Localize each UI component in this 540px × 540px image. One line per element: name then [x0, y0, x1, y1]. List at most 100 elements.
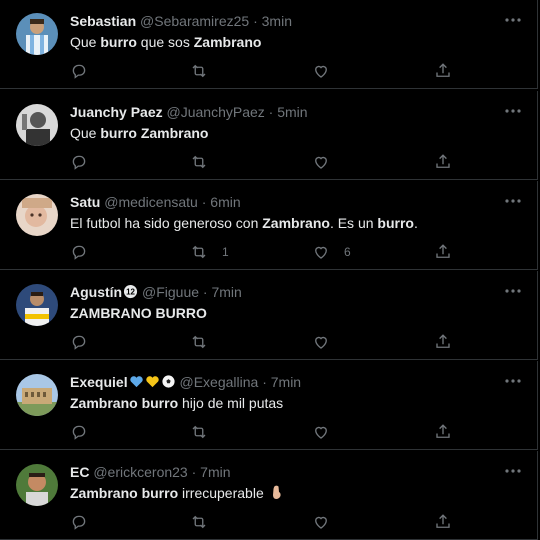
retweet-button[interactable]	[190, 511, 208, 533]
retweet-button[interactable]	[190, 421, 208, 443]
reply-button[interactable]	[70, 331, 88, 353]
like-button[interactable]: 6	[312, 241, 351, 263]
tweet-text: ZAMBRANO BURRO	[70, 303, 207, 323]
highlighted-term: burro	[377, 215, 414, 231]
more-options-icon[interactable]	[503, 461, 523, 481]
user-handle[interactable]: @Sebaramirez25	[140, 13, 249, 29]
tweet[interactable]: Satu @medicensatu · 6min El futbol ha sid…	[0, 181, 538, 270]
reply-button[interactable]	[70, 421, 88, 443]
timestamp[interactable]: 7min	[271, 374, 301, 390]
reply-button[interactable]	[70, 60, 88, 82]
avatar[interactable]	[16, 13, 58, 55]
tweet-actions	[70, 511, 460, 533]
display-name[interactable]: Sebastian	[70, 13, 136, 29]
tweet-text: Zambrano burro irrecuperable	[70, 483, 285, 505]
reply-button[interactable]	[70, 151, 88, 173]
separator-dot: ·	[191, 464, 197, 480]
tweet-actions	[70, 60, 460, 82]
reply-icon	[72, 64, 86, 79]
user-handle[interactable]: @erickceron23	[93, 464, 187, 480]
more-options-icon[interactable]	[503, 371, 523, 391]
display-name[interactable]: Juanchy Paez	[70, 104, 163, 120]
avatar[interactable]	[16, 194, 58, 236]
highlighted-term: burro	[100, 34, 137, 50]
tweet-text: El futbol ha sido generoso con Zambrano.…	[70, 213, 418, 233]
display-name[interactable]: Agustín	[70, 284, 122, 300]
highlighted-term: Zambrano burro	[70, 485, 179, 501]
reply-button[interactable]	[70, 241, 88, 263]
reply-icon	[72, 155, 86, 170]
avatar[interactable]	[16, 464, 58, 506]
highlighted-term: burro	[100, 125, 137, 141]
soccer-ball-icon	[161, 374, 176, 394]
tweet-header: Juanchy Paez @JuanchyPaez · 5min	[70, 102, 501, 122]
tweet-header: EC @erickceron23 · 7min	[70, 462, 501, 482]
more-options-icon[interactable]	[503, 10, 523, 30]
like-count: 6	[344, 245, 351, 259]
yellow-heart-icon	[145, 374, 160, 394]
reply-icon	[72, 515, 86, 530]
number-12-circle-icon: 12	[123, 284, 138, 304]
like-button[interactable]	[312, 331, 330, 353]
retweet-button[interactable]	[190, 60, 208, 82]
retweet-button[interactable]	[190, 151, 208, 173]
user-handle[interactable]: @medicensatu	[104, 194, 198, 210]
timestamp[interactable]: 3min	[262, 13, 292, 29]
tweet[interactable]: Agustín 12 @Figuue · 7min ZAMBRANO BURRO	[0, 271, 538, 360]
tweet-text: Zambrano burro hijo de mil putas	[70, 393, 283, 413]
like-button[interactable]	[312, 421, 330, 443]
share-button[interactable]	[434, 241, 452, 263]
tweet[interactable]: EC @erickceron23 · 7min Zambrano burro ir…	[0, 451, 538, 540]
tweet-text: Que burro Zambrano	[70, 123, 209, 143]
highlighted-term: Zambrano	[193, 34, 262, 50]
avatar[interactable]	[16, 374, 58, 416]
display-name[interactable]: Exequiel	[70, 374, 128, 390]
user-handle[interactable]: @JuanchyPaez	[167, 104, 265, 120]
more-options-icon[interactable]	[503, 191, 523, 211]
retweet-button[interactable]: 1	[190, 241, 229, 263]
display-name[interactable]: Satu	[70, 194, 100, 210]
more-options-icon[interactable]	[503, 281, 523, 301]
share-button[interactable]	[434, 60, 452, 82]
share-button[interactable]	[434, 151, 452, 173]
text-segment: irrecuperable	[178, 485, 268, 501]
tweet[interactable]: Juanchy Paez @JuanchyPaez · 5min Que burr…	[0, 91, 538, 180]
reply-icon	[72, 425, 86, 440]
share-icon	[436, 514, 450, 528]
tweet-header: Satu @medicensatu · 6min	[70, 192, 501, 212]
svg-text:12: 12	[126, 288, 135, 297]
share-button[interactable]	[434, 421, 452, 443]
display-name[interactable]: EC	[70, 464, 89, 480]
separator-dot: ·	[262, 374, 267, 390]
tweet-actions	[70, 151, 460, 173]
like-button[interactable]	[312, 60, 330, 82]
share-button[interactable]	[434, 331, 452, 353]
tweet-header: Exequiel @Exegallina · 7min	[70, 372, 501, 394]
tweet[interactable]: Sebastian @Sebaramirez25 · 3min Que burro…	[0, 0, 538, 89]
user-handle[interactable]: @Exegallina	[179, 374, 258, 390]
retweet-icon	[192, 155, 206, 169]
timestamp[interactable]: 5min	[277, 104, 307, 120]
tweet[interactable]: Exequiel @Exegallina · 7min Zambrano burr…	[0, 361, 538, 450]
like-button[interactable]	[312, 151, 330, 173]
reply-button[interactable]	[70, 511, 88, 533]
like-icon	[315, 516, 327, 529]
timestamp[interactable]: 7min	[200, 464, 230, 480]
tweet-feed: Sebastian @Sebaramirez25 · 3min Que burro…	[0, 0, 540, 540]
more-options-icon[interactable]	[503, 101, 523, 121]
highlighted-term: Zambrano burro	[70, 395, 179, 411]
share-icon	[436, 154, 450, 168]
retweet-icon	[192, 245, 206, 259]
share-button[interactable]	[434, 511, 452, 533]
retweet-button[interactable]	[190, 331, 208, 353]
timestamp[interactable]: 6min	[210, 194, 240, 210]
timestamp[interactable]: 7min	[211, 284, 241, 300]
tweet-text: Que burro que sos Zambrano	[70, 32, 261, 52]
like-button[interactable]	[312, 511, 330, 533]
like-icon	[315, 65, 327, 78]
avatar[interactable]	[16, 104, 58, 146]
user-handle[interactable]: @Figuue	[142, 284, 199, 300]
share-icon	[436, 424, 450, 438]
avatar[interactable]	[16, 284, 58, 326]
like-icon	[315, 246, 327, 259]
